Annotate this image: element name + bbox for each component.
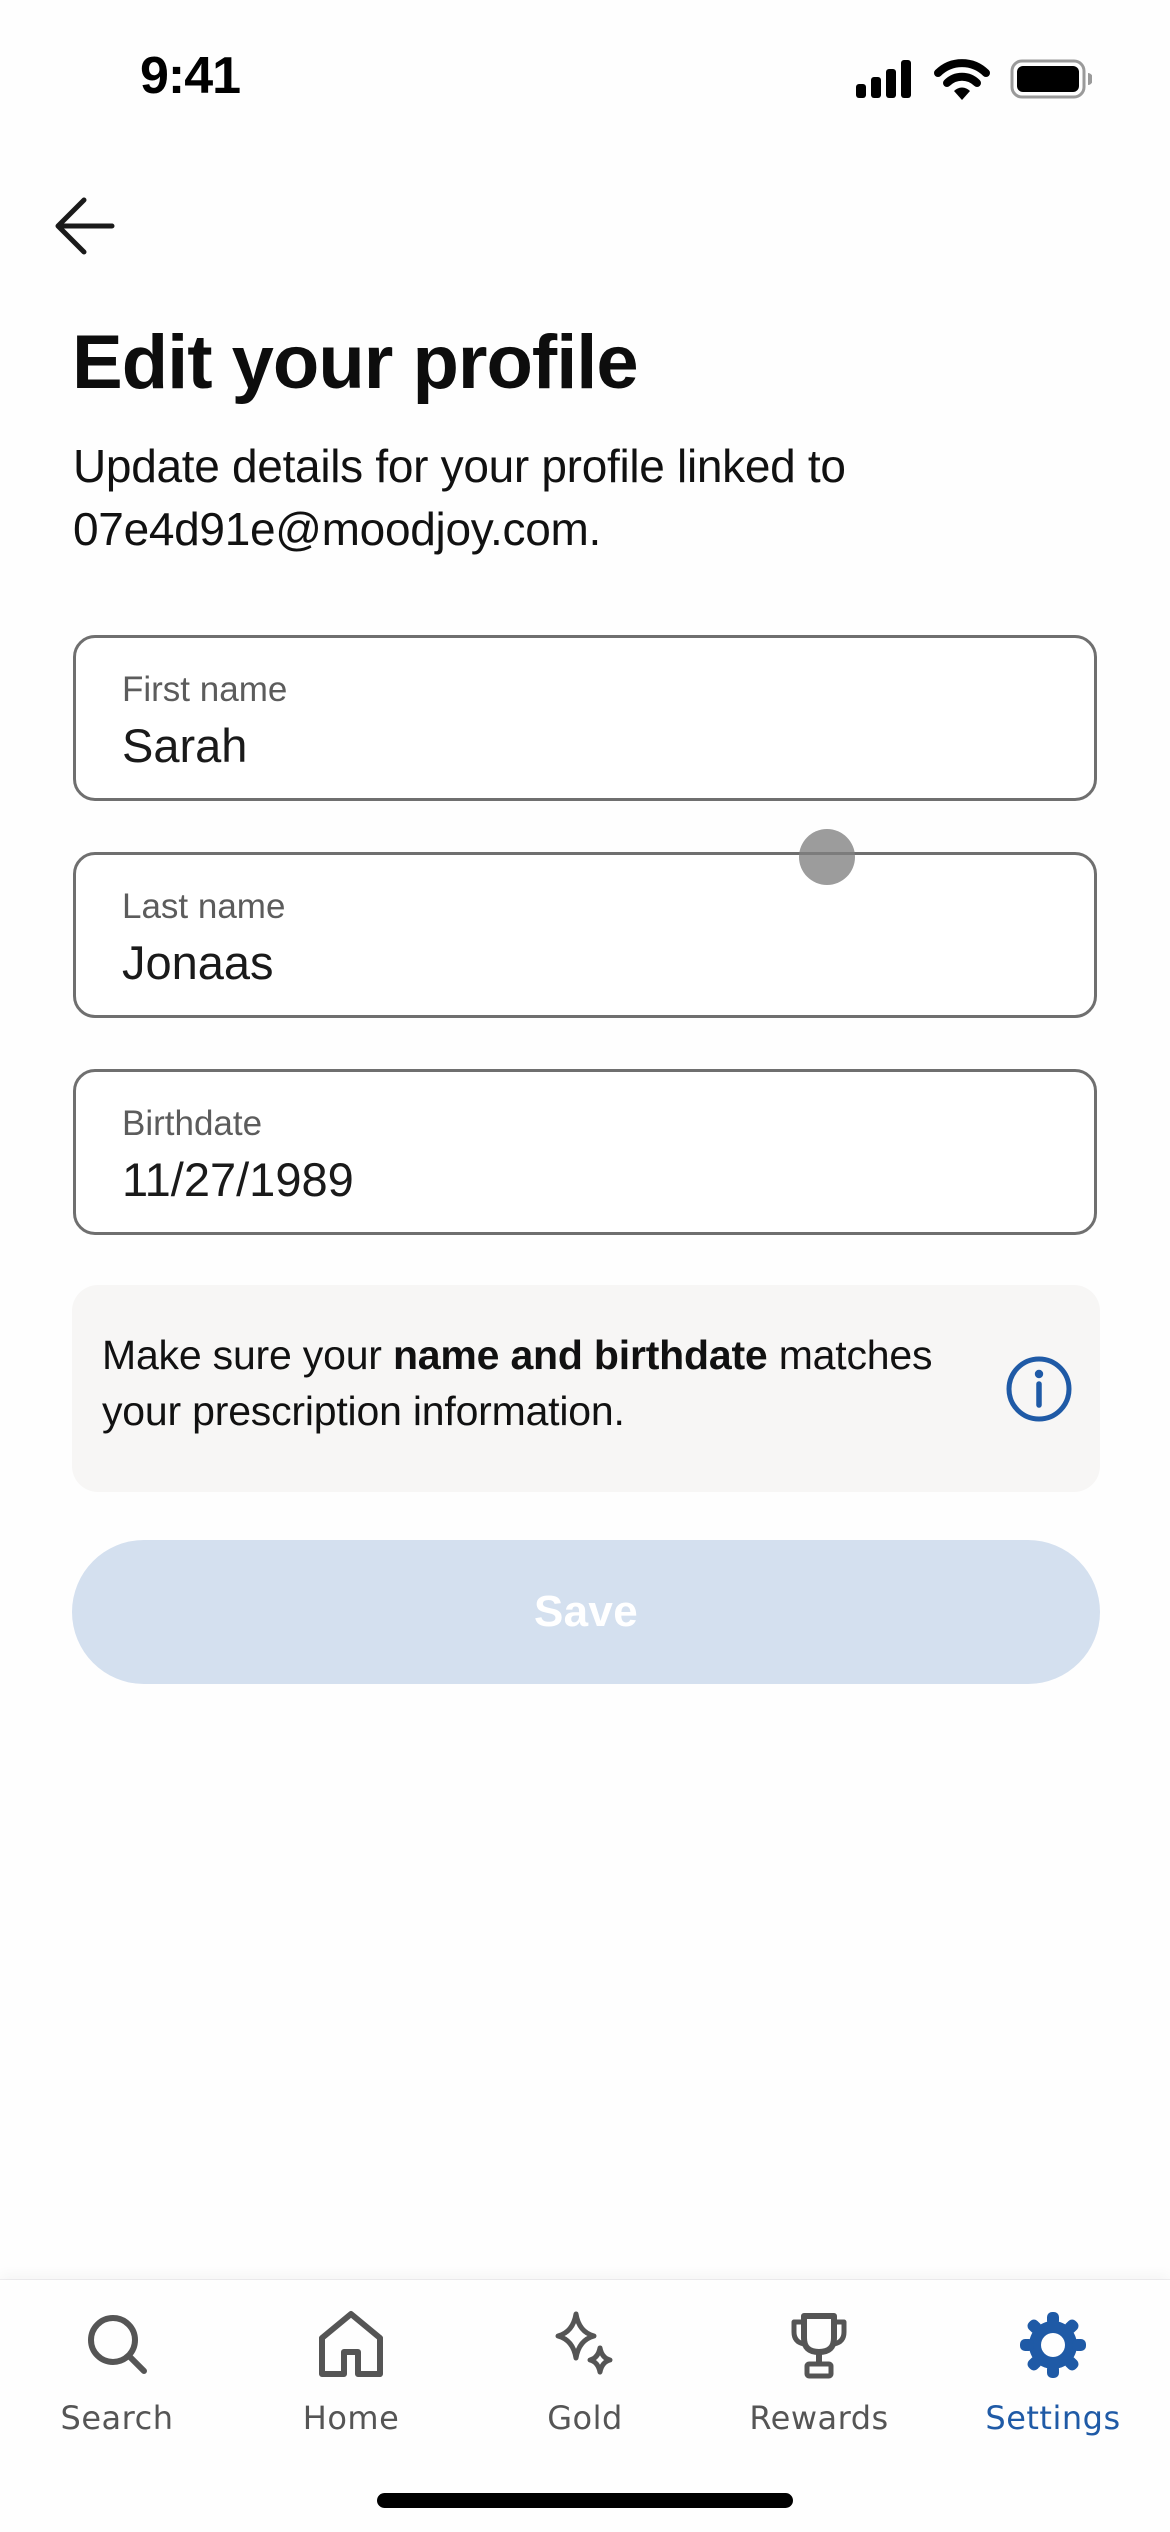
signal-icon — [856, 60, 911, 98]
info-notice: Make sure your name and birthdate matche… — [72, 1285, 1100, 1492]
gear-icon — [1020, 2312, 1086, 2378]
info-text-start: Make sure your — [102, 1332, 393, 1378]
tab-search-label: Search — [60, 2399, 174, 2437]
home-indicator — [377, 2493, 793, 2508]
tab-search[interactable]: Search — [0, 2300, 234, 2450]
info-text-bold: name and birthdate — [392, 1332, 768, 1378]
info-circle-icon[interactable] — [1005, 1355, 1073, 1423]
last-name-label: Last name — [122, 887, 286, 926]
tab-rewards[interactable]: Rewards — [702, 2300, 936, 2450]
back-button[interactable] — [44, 186, 124, 266]
sparkles-icon — [555, 2311, 613, 2375]
info-text: Make sure your name and birthdate matche… — [102, 1327, 982, 1439]
tab-home-label: Home — [302, 2399, 400, 2437]
tab-home[interactable]: Home — [234, 2300, 468, 2450]
first-name-input[interactable] — [122, 718, 1022, 774]
wifi-icon — [934, 59, 990, 100]
tab-gold-label: Gold — [547, 2399, 623, 2437]
status-icons — [856, 59, 1092, 100]
arrow-left-icon — [55, 197, 115, 255]
battery-icon — [1010, 59, 1092, 99]
home-icon — [319, 2311, 383, 2377]
birthdate-field[interactable]: Birthdate — [73, 1069, 1097, 1235]
first-name-label: First name — [122, 670, 288, 709]
status-time: 9:41 — [140, 47, 241, 105]
birthdate-label: Birthdate — [122, 1104, 263, 1143]
tab-settings-label: Settings — [985, 2399, 1121, 2437]
first-name-field[interactable]: First name — [73, 635, 1097, 801]
tab-settings[interactable]: Settings — [936, 2300, 1170, 2450]
search-icon — [88, 2315, 147, 2374]
save-button[interactable]: Save — [72, 1540, 1100, 1684]
page-subtitle: Update details for your profile linked t… — [73, 440, 846, 555]
page-title: Edit your profile — [72, 320, 639, 405]
tab-gold[interactable]: Gold — [468, 2300, 702, 2450]
birthdate-input[interactable] — [122, 1152, 1022, 1208]
last-name-input[interactable] — [122, 935, 1022, 991]
tab-rewards-label: Rewards — [749, 2399, 889, 2437]
last-name-field[interactable]: Last name — [73, 852, 1097, 1018]
trophy-icon — [791, 2313, 847, 2379]
